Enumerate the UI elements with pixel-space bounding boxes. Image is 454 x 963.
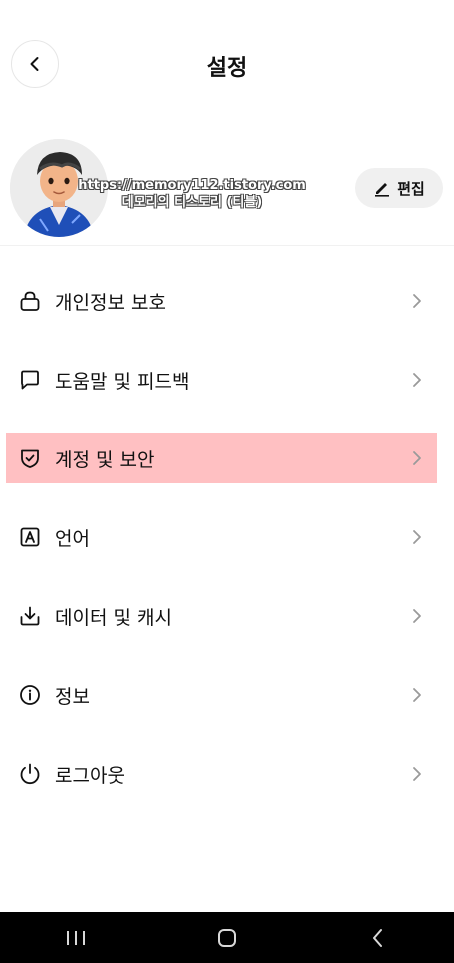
edit-label: 편집 [397,179,425,198]
chevron-right-icon [409,529,425,545]
language-a-icon [17,524,43,550]
menu-label: 도움말 및 피드백 [55,370,190,393]
lock-icon [17,288,43,314]
home-icon [217,928,236,947]
menu-item-help-feedback[interactable]: 도움말 및 피드백 [6,355,437,405]
chat-bubble-icon [17,367,43,393]
back-arrow-icon [373,928,383,947]
shield-check-icon [17,445,43,471]
menu-item-data-cache[interactable]: 데이터 및 캐시 [6,591,437,641]
menu-label: 개인정보 보호 [55,291,166,314]
menu-label: 데이터 및 캐시 [55,606,172,629]
menu-label: 계정 및 보안 [55,448,155,471]
header: 설정 [0,0,454,130]
power-icon [17,761,43,787]
settings-screen: 설정 https://memory112.tistory.com 데모리의 티스… [0,0,454,963]
menu-item-account-security[interactable]: 계정 및 보안 [6,433,437,483]
menu-item-language[interactable]: 언어 [6,512,437,562]
system-navigation-bar [0,912,454,963]
profile-section: https://memory112.tistory.com 데모리의 티스토리 … [0,135,454,245]
menu-label: 정보 [55,685,90,708]
watermark-caption: 데모리의 티스토리 (티블) [121,195,263,210]
page-title: 설정 [206,56,248,81]
recent-apps-button[interactable] [46,918,106,958]
menu-item-logout[interactable]: 로그아웃 [6,749,437,799]
chevron-right-icon [409,293,425,309]
info-icon [17,682,43,708]
menu-label: 로그아웃 [55,764,125,787]
recent-apps-icon [66,930,85,945]
system-back-button[interactable] [348,918,408,958]
menu-item-privacy[interactable]: 개인정보 보호 [6,276,437,326]
watermark-text: https://memory112.tistory.com 데모리의 티스토리 … [72,177,312,211]
chevron-right-icon [409,766,425,782]
chevron-right-icon [409,450,425,466]
edit-profile-button[interactable]: 편집 [355,168,443,208]
chevron-right-icon [409,372,425,388]
menu-item-info[interactable]: 정보 [6,670,437,720]
pencil-icon [375,183,390,197]
chevron-right-icon [409,687,425,703]
menu-label: 언어 [55,527,90,550]
home-button[interactable] [197,918,257,958]
download-icon [17,603,43,629]
profile-divider [0,245,454,246]
chevron-right-icon [409,608,425,624]
watermark-url: https://memory112.tistory.com [78,178,306,193]
